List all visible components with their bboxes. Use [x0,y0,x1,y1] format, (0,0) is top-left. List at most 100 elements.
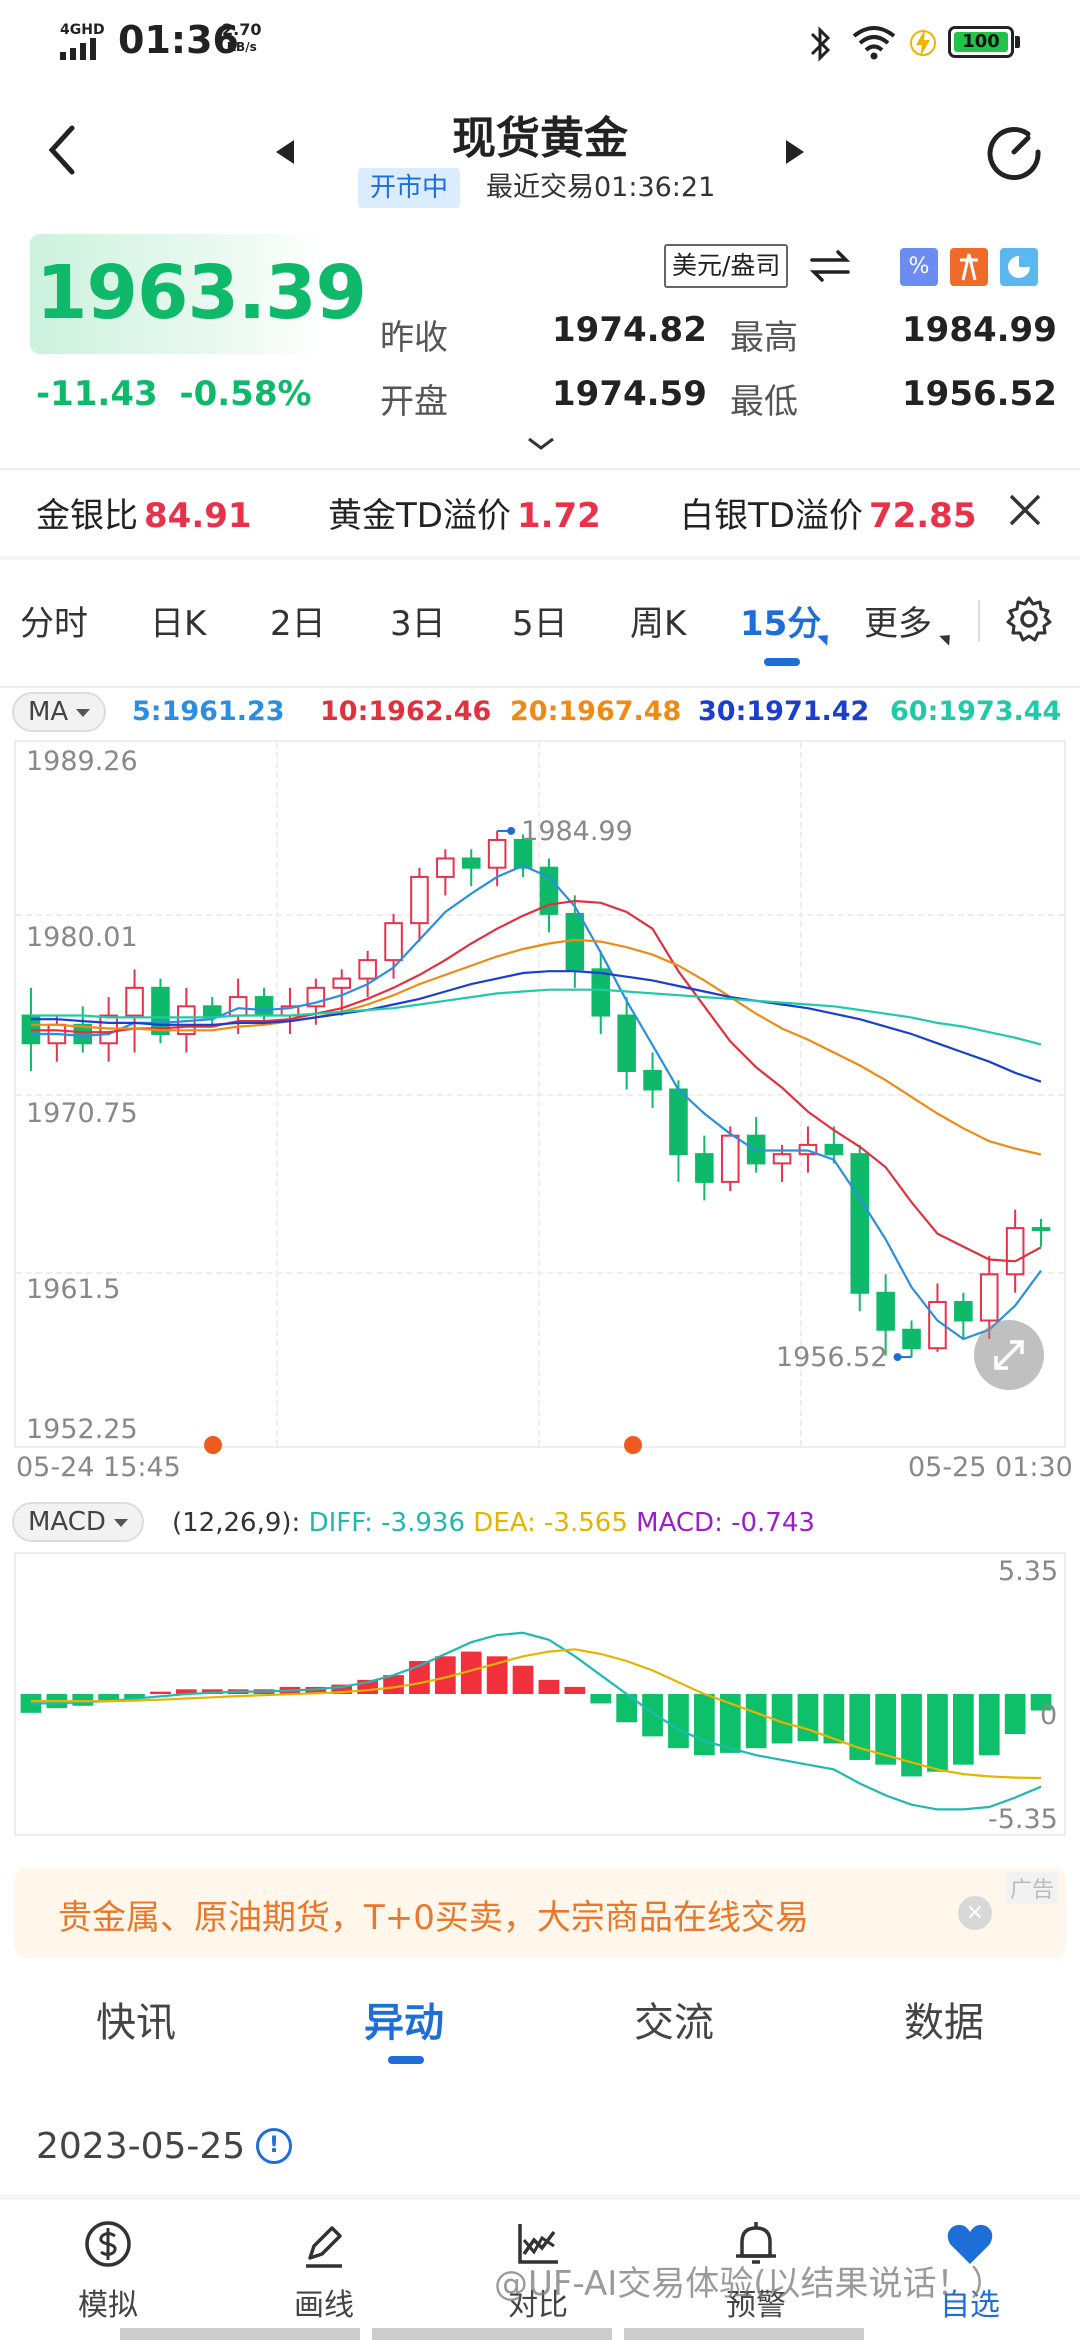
chevron-down-icon[interactable] [526,436,556,452]
gesture-bar [120,2328,360,2340]
gear-icon[interactable] [1004,594,1054,644]
ma-line-ma60 [30,988,1042,1046]
candle-body [850,1153,870,1294]
divider [978,600,980,642]
candle-body [902,1328,921,1350]
candle-body [979,1273,999,1322]
low-value: 1956.52 [902,374,1057,414]
candle-body [487,838,507,869]
macd-y-zero: 0 [1040,1700,1058,1731]
candle-body [410,875,429,925]
price-change: -11.43 -0.58% [36,374,312,414]
tab-data[interactable]: 数据 [904,1990,984,2048]
candle-body [695,1153,714,1183]
macd-bar [668,1694,689,1749]
low-price-label: 1956.52 [776,1342,888,1373]
swap-icon[interactable] [808,246,852,286]
candle-body [1005,1227,1025,1276]
last-trade-time: 最近交易01:36:21 [486,172,716,203]
tab-5-day[interactable]: 5日 [512,596,568,645]
tab-weekly-k[interactable]: 周K [630,596,686,645]
ratio-label: 黄金TD溢价 [328,496,511,536]
ma-selector-label: MA [28,697,69,727]
candle-body [436,857,455,878]
ad-close-button[interactable]: × [958,1896,992,1930]
ma30-value: 30:1971.42 [698,696,870,727]
diff-value: DIFF: -3.936 [308,1508,465,1538]
pen-icon [306,2226,342,2268]
nav-label: 模拟 [78,2288,138,2323]
ratio-label: 金银比 [36,496,138,536]
candle-body [254,996,274,1017]
candle-body [876,1291,895,1331]
candle-body [1031,1227,1051,1232]
nav-draw-line[interactable]: 画线 [254,2216,394,2324]
tab-15-min[interactable]: 15分 [740,596,821,645]
macd-bar [564,1686,586,1694]
macd-bar [927,1694,948,1772]
macd-value: MACD: -0.743 [636,1508,815,1538]
active-tab-indicator [764,658,800,666]
unit-selector[interactable]: 美元/盎司 [664,244,789,288]
tab-discussion[interactable]: 交流 [634,1990,714,2048]
ad-tag: 广告 [1006,1872,1059,1904]
close-icon[interactable] [1005,490,1045,530]
ma-line-ma5 [30,864,1042,1341]
tab-flash-news[interactable]: 快讯 [96,1990,176,2048]
back-arrow-icon[interactable] [40,120,84,180]
info-icon[interactable]: ! [256,2128,292,2164]
fullscreen-button[interactable] [974,1320,1044,1390]
change-percent: -0.58% [179,374,312,414]
divider [0,686,1080,688]
ma5-value: 5:1961.23 [132,696,285,727]
net-speed-unit: KB/s [226,40,257,54]
tab-daily-k[interactable]: 日K [150,596,206,645]
ad-text[interactable]: 贵金属、原油期货，T+0买卖，大宗商品在线交易 [58,1890,809,1939]
next-instrument-icon[interactable] [784,138,808,166]
gesture-bar [624,2328,864,2340]
y-axis-label: 1970.75 [26,1098,138,1129]
ma60-value: 60:1973.44 [890,696,1062,727]
macd-selector[interactable]: MACD [12,1502,144,1542]
news-date: 2023-05-25 [36,2126,246,2167]
macd-bar [978,1694,1000,1756]
candle-body [772,1153,792,1165]
status-bar: 4GHD 01:36 2.70 KB/s 100 [0,0,1080,90]
macd-bar [745,1694,767,1749]
nav-simulate[interactable]: 模拟 [38,2216,178,2324]
tab-intraday[interactable]: 分时 [20,596,88,645]
ratio-value: 1.72 [516,496,601,536]
macd-bar [590,1694,612,1704]
page-title: 现货黄金 [452,113,628,164]
tab-movements[interactable]: 异动 [364,1990,444,2048]
macd-bar [538,1679,560,1694]
ma10-value: 10:1962.46 [320,696,492,727]
ma20-value: 20:1967.48 [510,696,682,727]
open-label: 开盘 [380,382,448,422]
market-status-badge: 开市中 [358,168,461,208]
refresh-icon[interactable] [982,120,1046,184]
battery-level: 100 [954,32,1008,52]
tab-2-day[interactable]: 2日 [270,596,326,645]
x-axis-end-label: 05-25 01:30 [908,1452,1073,1483]
percent-tool-icon[interactable]: % [900,248,938,286]
event-marker[interactable] [204,1436,222,1454]
tab-more[interactable]: 更多 [864,596,932,645]
tab-3-day[interactable]: 3日 [390,596,446,645]
pie-tool-icon[interactable] [1000,248,1038,286]
prev-instrument-icon[interactable] [272,138,296,166]
candle-body [332,977,352,989]
macd-bar [642,1694,663,1737]
ratio-value: 72.85 [868,496,977,536]
event-marker[interactable] [624,1436,642,1454]
y-axis-label: 1961.5 [26,1274,121,1305]
net-speed: 2.70 KB/s [222,22,261,55]
ma-selector[interactable]: MA [12,692,107,732]
macd-plot [20,1631,1052,1811]
candle-body [461,857,481,869]
tower-tool-icon[interactable] [950,248,988,286]
y-axis-label: 1989.26 [26,746,138,777]
battery-icon: 100 [948,26,1020,58]
candle-body [669,1088,688,1156]
high-value: 1984.99 [902,310,1057,350]
